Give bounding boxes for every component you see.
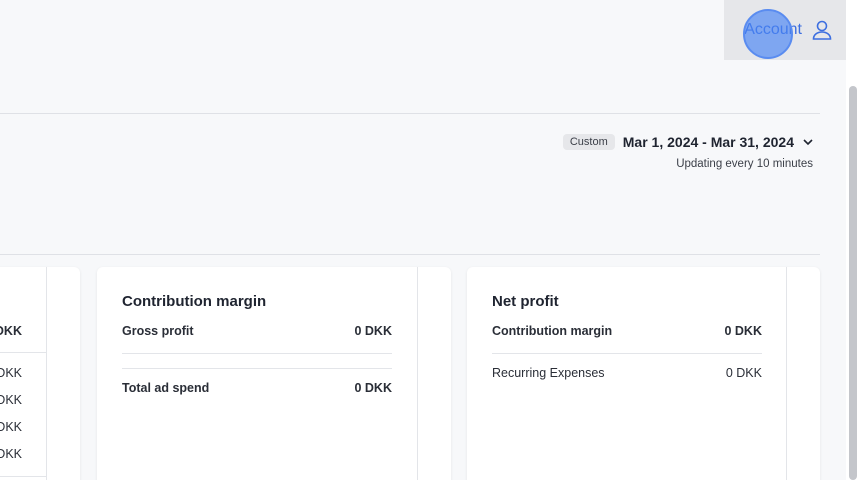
metric-value: 0 DKK xyxy=(724,324,762,338)
card-edge xyxy=(786,267,787,480)
metric-value: 0 DKK xyxy=(725,366,762,380)
date-range-selector[interactable]: Custom Mar 1, 2024 - Mar 31, 2024 xyxy=(562,134,814,150)
card-edge xyxy=(46,267,47,480)
section-divider xyxy=(0,254,820,255)
row-divider xyxy=(0,476,47,477)
metric-row: Total ad spend 0 DKK xyxy=(122,381,392,395)
partial-value: DKK xyxy=(0,366,22,380)
date-range-label: Mar 1, 2024 - Mar 31, 2024 xyxy=(622,134,794,150)
metric-row: Gross profit 0 DKK xyxy=(122,324,392,338)
partial-value: DKK xyxy=(0,447,22,461)
card-title: Contribution margin xyxy=(122,293,267,310)
card-title: Net profit xyxy=(492,293,559,310)
contribution-margin-card: Contribution margin Gross profit 0 DKK T… xyxy=(97,267,451,480)
partial-value: DKK xyxy=(0,420,22,434)
row-divider xyxy=(122,368,392,369)
card-edge xyxy=(417,267,418,480)
metric-label: Contribution margin xyxy=(492,324,613,338)
click-indicator xyxy=(743,9,793,59)
metric-value: 0 DKK xyxy=(354,381,392,395)
row-divider xyxy=(0,352,47,353)
metric-row: Contribution margin 0 DKK xyxy=(492,324,762,338)
chevron-down-icon xyxy=(803,139,813,146)
section-divider xyxy=(0,113,820,114)
metric-row: Recurring Expenses 0 DKK xyxy=(492,366,762,380)
row-divider xyxy=(122,353,392,354)
metric-value: 0 DKK xyxy=(354,324,392,338)
partial-value: DKK xyxy=(0,393,22,407)
user-icon xyxy=(812,20,832,40)
top-bar: Account xyxy=(0,0,846,60)
custom-badge: Custom xyxy=(562,134,615,150)
metric-label: Gross profit xyxy=(122,324,194,338)
row-divider xyxy=(492,353,762,354)
update-note: Updating every 10 minutes xyxy=(676,158,813,170)
metric-label: Total ad spend xyxy=(122,381,210,395)
scrollbar-thumb[interactable] xyxy=(849,86,857,480)
partial-value: DKK xyxy=(0,324,22,338)
metric-label: Recurring Expenses xyxy=(492,366,605,380)
net-profit-card: Net profit Contribution margin 0 DKK Rec… xyxy=(467,267,820,480)
